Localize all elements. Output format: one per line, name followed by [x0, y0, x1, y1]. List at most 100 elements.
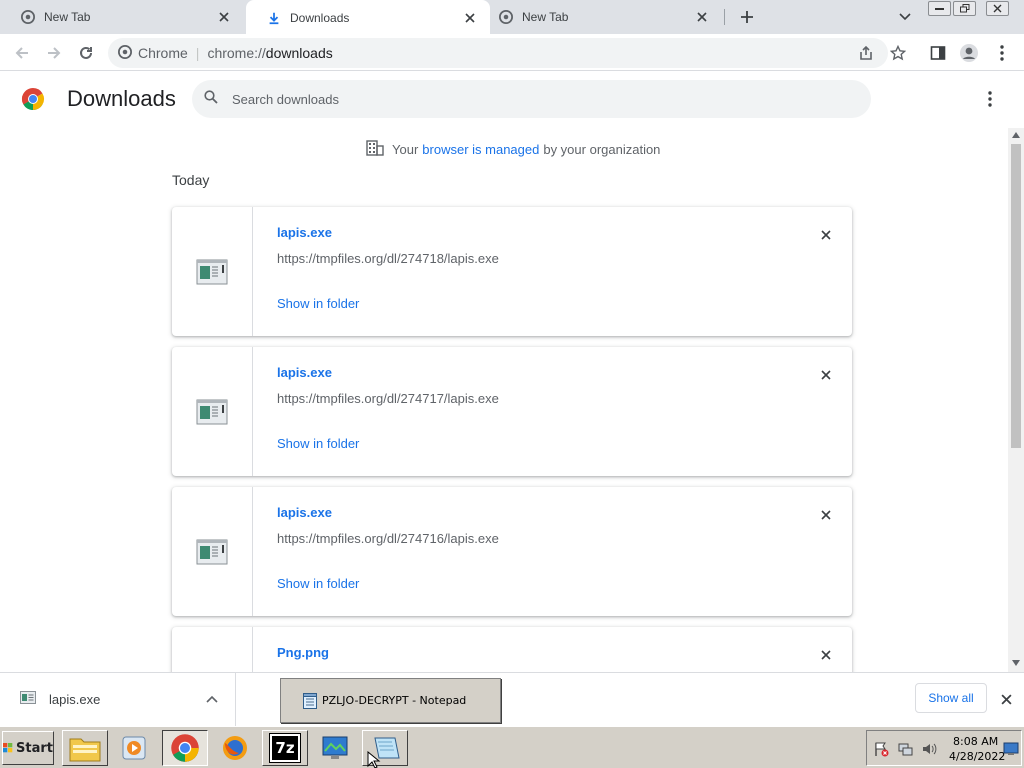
mouse-cursor-icon — [367, 751, 381, 768]
minimize-button[interactable] — [928, 1, 951, 16]
taskbar-network-app[interactable] — [312, 730, 358, 766]
tab-separator — [724, 9, 725, 25]
close-window-button[interactable] — [986, 1, 1009, 16]
url-scheme: chrome:// — [207, 45, 266, 61]
file-source-url[interactable]: https://tmpfiles.org/dl/274717/lapis.exe — [277, 391, 499, 406]
download-item: Png.png — [172, 627, 852, 672]
tab-new-tab-2[interactable]: New Tab — [478, 0, 722, 34]
notepad-icon — [303, 692, 317, 709]
tab-close-icon[interactable] — [462, 10, 478, 26]
start-button[interactable]: Start — [2, 731, 54, 765]
windows-flag-icon — [3, 742, 13, 753]
page-title: Downloads — [67, 86, 176, 111]
file-icon-column — [172, 347, 253, 476]
reload-button[interactable] — [72, 39, 100, 67]
file-icon-column — [172, 207, 253, 336]
show-in-folder-link[interactable]: Show in folder — [277, 576, 359, 591]
chrome-favicon-icon — [498, 9, 514, 25]
exe-file-icon — [196, 259, 228, 284]
taskbar-file-explorer[interactable] — [62, 730, 108, 766]
show-in-folder-link[interactable]: Show in folder — [277, 296, 359, 311]
close-shelf-icon[interactable] — [997, 690, 1015, 708]
tab-close-icon[interactable] — [694, 9, 710, 25]
scroll-up-arrow-icon[interactable] — [1012, 131, 1020, 139]
notepad-window-title: PZLJO-DECRYPT - Notepad — [322, 694, 467, 707]
bookmark-star-icon[interactable] — [884, 39, 912, 67]
profile-avatar-icon[interactable] — [955, 39, 983, 67]
exe-file-icon — [196, 539, 228, 564]
file-source-url[interactable]: https://tmpfiles.org/dl/274716/lapis.exe — [277, 531, 499, 546]
taskbar-firefox[interactable] — [212, 730, 258, 766]
managed-prefix: Your — [392, 142, 419, 157]
address-bar[interactable]: Chrome | chrome:// downloads — [108, 38, 888, 68]
omnibox-divider: | — [195, 45, 200, 61]
file-name-link[interactable]: Png.png — [277, 645, 329, 660]
show-in-folder-link[interactable]: Show in folder — [277, 436, 359, 451]
tab-new-tab-1[interactable]: New Tab — [0, 0, 244, 34]
chrome-favicon-icon — [20, 9, 36, 25]
tab-search-chevron-down-icon[interactable] — [894, 7, 916, 27]
chrome-site-icon — [118, 44, 132, 62]
shelf-download-item[interactable]: lapis.exe — [0, 673, 236, 726]
back-button[interactable] — [8, 39, 36, 67]
search-icon — [204, 89, 218, 109]
media-player-icon — [122, 736, 146, 760]
chrome-app-icon — [171, 734, 199, 762]
download-icon — [266, 10, 282, 26]
file-icon-column — [172, 627, 253, 672]
tab-downloads[interactable]: Downloads — [246, 0, 490, 35]
chevron-up-icon[interactable] — [204, 691, 220, 707]
remove-item-close-icon[interactable] — [816, 225, 836, 245]
downloads-list: Your browser is managed by your organiza… — [0, 128, 1008, 672]
managed-link[interactable]: browser is managed — [422, 142, 539, 157]
file-name-link[interactable]: lapis.exe — [277, 225, 332, 240]
downloads-menu-icon[interactable] — [978, 86, 1002, 112]
shelf-file-name: lapis.exe — [49, 692, 101, 707]
action-center-flag-icon[interactable] — [873, 741, 889, 757]
7zip-icon: 7z — [269, 733, 301, 763]
exe-file-icon — [20, 691, 36, 709]
scrollbar-thumb[interactable] — [1011, 144, 1021, 448]
search-downloads-box[interactable] — [192, 80, 871, 118]
managed-notice: Your browser is managed by your organiza… — [366, 140, 660, 159]
search-input[interactable] — [232, 91, 832, 107]
system-tray: 8:08 AM 4/28/2022 — [866, 730, 1022, 766]
taskbar-media-player[interactable] — [111, 730, 157, 766]
show-all-button[interactable]: Show all — [915, 683, 987, 713]
building-icon — [366, 140, 384, 159]
tab-close-icon[interactable] — [216, 9, 232, 25]
start-label: Start — [16, 740, 53, 756]
taskbar: Start 7z 8:08 AM 4/28/2022 — [0, 726, 1024, 768]
url-host: downloads — [265, 45, 333, 61]
browser-menu-icon[interactable] — [988, 39, 1016, 67]
download-item: lapis.exe https://tmpfiles.org/dl/274717… — [172, 347, 852, 476]
file-name-link[interactable]: lapis.exe — [277, 505, 332, 520]
clock-time: 8:08 AM — [953, 735, 999, 748]
taskbar-7zip[interactable]: 7z — [262, 730, 308, 766]
file-icon-column — [172, 487, 253, 616]
tab-strip: New Tab Downloads New Tab — [0, 0, 1024, 35]
chrome-logo-icon — [22, 88, 44, 110]
remove-item-close-icon[interactable] — [816, 645, 836, 665]
new-tab-button[interactable] — [736, 6, 758, 28]
volume-icon[interactable] — [921, 741, 937, 757]
scroll-down-arrow-icon[interactable] — [1012, 659, 1020, 667]
forward-button[interactable] — [40, 39, 68, 67]
notepad-taskbar-preview[interactable]: PZLJO-DECRYPT - Notepad — [280, 678, 501, 723]
file-name-link[interactable]: lapis.exe — [277, 365, 332, 380]
remove-item-close-icon[interactable] — [816, 505, 836, 525]
share-icon[interactable] — [852, 38, 880, 68]
vertical-scrollbar[interactable] — [1008, 128, 1024, 672]
managed-suffix: by your organization — [543, 142, 661, 157]
file-source-url[interactable]: https://tmpfiles.org/dl/274718/lapis.exe — [277, 251, 499, 266]
show-desktop-icon[interactable] — [1003, 741, 1019, 757]
restore-button[interactable] — [953, 1, 976, 16]
tab-title: New Tab — [522, 10, 569, 24]
network-icon[interactable] — [897, 741, 913, 757]
downloads-header: Downloads — [0, 72, 1024, 128]
firefox-icon — [223, 736, 247, 760]
taskbar-chrome[interactable] — [162, 730, 208, 766]
tab-title: Downloads — [290, 10, 350, 25]
side-panel-icon[interactable] — [924, 39, 952, 67]
remove-item-close-icon[interactable] — [816, 365, 836, 385]
